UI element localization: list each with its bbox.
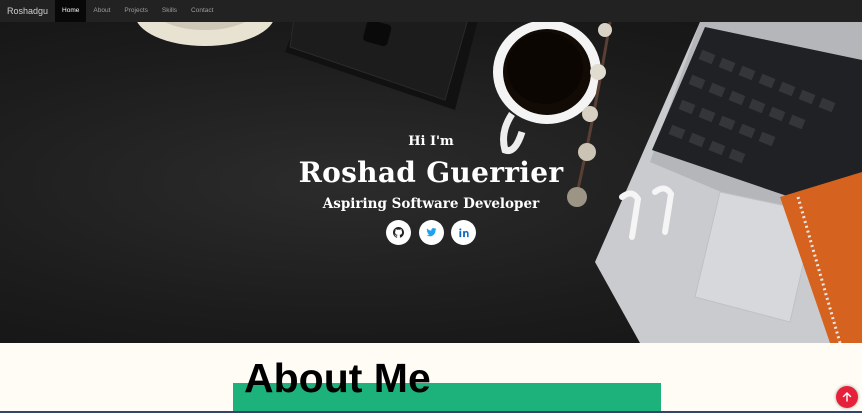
nav-item-skills[interactable]: Skills: [155, 0, 184, 22]
twitter-link[interactable]: [418, 220, 444, 245]
about-title: About Me: [244, 355, 431, 401]
github-icon: [393, 227, 404, 238]
scroll-to-top-button[interactable]: [836, 386, 858, 408]
nav-item-projects[interactable]: Projects: [117, 0, 154, 22]
linkedin-icon: [458, 227, 469, 237]
hero-greeting: Hi I'm: [408, 134, 454, 149]
twitter-icon: [425, 228, 437, 237]
hero-name: Roshad Guerrier: [298, 156, 564, 189]
linkedin-link[interactable]: [451, 220, 476, 245]
navbar: Roshadgu Home About Projects Skills Cont…: [0, 0, 862, 22]
hero-tagline: Aspiring Software Developer: [322, 196, 540, 212]
arrow-up-icon: [842, 392, 852, 402]
github-link[interactable]: [386, 220, 411, 245]
about-section: About Me: [0, 343, 862, 413]
nav-item-about[interactable]: About: [86, 0, 117, 22]
social-links: [386, 220, 476, 245]
navbar-brand[interactable]: Roshadgu: [0, 6, 55, 16]
nav-item-home[interactable]: Home: [55, 0, 87, 22]
hero-section: Hi I'm Roshad Guerrier Aspiring Software…: [0, 22, 862, 343]
nav-item-contact[interactable]: Contact: [184, 0, 220, 22]
